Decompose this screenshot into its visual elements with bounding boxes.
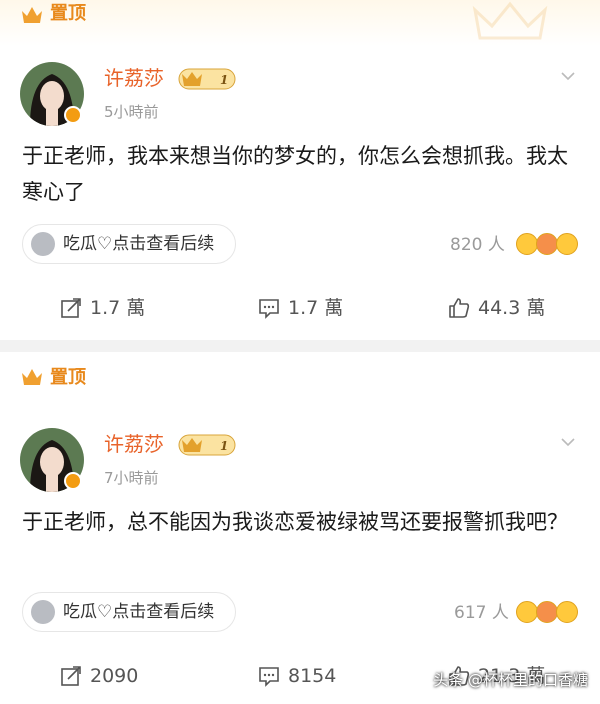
topic-label: 吃瓜♡点击查看后续 bbox=[63, 234, 215, 254]
kiss-emoji-icon bbox=[536, 601, 558, 623]
chevron-down-icon[interactable] bbox=[560, 68, 576, 84]
username[interactable]: 许荔莎 bbox=[104, 66, 164, 90]
melon-icon bbox=[31, 600, 55, 624]
surprised-emoji-icon bbox=[556, 233, 578, 255]
reaction-count: 617 人 bbox=[454, 603, 509, 623]
verified-badge-icon bbox=[64, 472, 82, 490]
laugh-emoji-icon bbox=[516, 601, 538, 623]
comment-icon bbox=[259, 299, 279, 319]
pinned-label: 置顶 bbox=[50, 3, 86, 24]
comment-icon bbox=[259, 667, 279, 687]
post-content: 于正老师，我本来想当你的梦女的，你怎么会想抓我。我太寒心了 bbox=[22, 144, 568, 204]
laugh-emoji-icon bbox=[516, 233, 538, 255]
vip-badge-icon: 1 bbox=[178, 68, 236, 90]
share-icon bbox=[61, 666, 81, 686]
timestamp: 7小時前 bbox=[104, 469, 159, 487]
repost-button[interactable]: 1.7 萬 bbox=[60, 288, 180, 328]
comment-count: 1.7 萬 bbox=[288, 297, 344, 319]
repost-button[interactable]: 2090 bbox=[60, 656, 180, 696]
reaction-count: 820 人 bbox=[450, 235, 505, 255]
kiss-emoji-icon bbox=[536, 233, 558, 255]
vip-level: 1 bbox=[220, 73, 228, 87]
topic-chip[interactable]: 吃瓜♡点击查看后续 bbox=[22, 592, 236, 632]
weibo-post-1: 置顶 许荔莎 1 5小時前 于正老师，我本来想当你的梦女的，你怎么会想抓我。我太… bbox=[0, 0, 600, 340]
comment-button[interactable]: 1.7 萬 bbox=[258, 288, 378, 328]
share-icon bbox=[61, 298, 81, 318]
topic-label: 吃瓜♡点击查看后续 bbox=[63, 602, 215, 622]
timestamp: 5小時前 bbox=[104, 103, 159, 121]
melon-icon bbox=[31, 232, 55, 256]
repost-count: 1.7 萬 bbox=[90, 297, 146, 319]
pinned-label: 置顶 bbox=[50, 367, 86, 388]
chevron-down-icon[interactable] bbox=[560, 434, 576, 450]
decorative-crown-icon bbox=[472, 1, 548, 40]
thumbs-up-icon bbox=[449, 298, 470, 318]
post-content: 于正老师，总不能因为我谈恋爱被绿被骂还要报警抓我吧？ bbox=[22, 510, 568, 534]
pinned-banner: 置顶 bbox=[0, 352, 600, 398]
surprised-emoji-icon bbox=[556, 601, 578, 623]
username[interactable]: 许荔莎 bbox=[104, 432, 164, 456]
pinned-banner: 置顶 bbox=[0, 0, 600, 46]
comment-count: 8154 bbox=[288, 665, 337, 687]
verified-badge-icon bbox=[64, 106, 82, 124]
vip-badge-icon: 1 bbox=[178, 434, 236, 456]
post-divider bbox=[0, 340, 600, 352]
action-row: 1.7 萬 1.7 萬 44.3 萬 bbox=[0, 288, 600, 328]
repost-count: 2090 bbox=[90, 665, 139, 687]
like-count: 44.3 萬 bbox=[478, 297, 546, 319]
source-watermark: 头条 @杯杯里的口香糖 bbox=[433, 671, 588, 689]
comment-button[interactable]: 8154 bbox=[258, 656, 378, 696]
vip-level: 1 bbox=[220, 439, 228, 453]
topic-chip[interactable]: 吃瓜♡点击查看后续 bbox=[22, 224, 236, 264]
crown-icon bbox=[22, 369, 42, 385]
crown-icon bbox=[22, 7, 42, 23]
weibo-post-2: 置顶 许荔莎 1 7小時前 于正老师，总不能因为我谈恋爱被绿被骂还要报警抓我吧？… bbox=[0, 352, 600, 704]
like-button[interactable]: 44.3 萬 bbox=[448, 288, 568, 328]
